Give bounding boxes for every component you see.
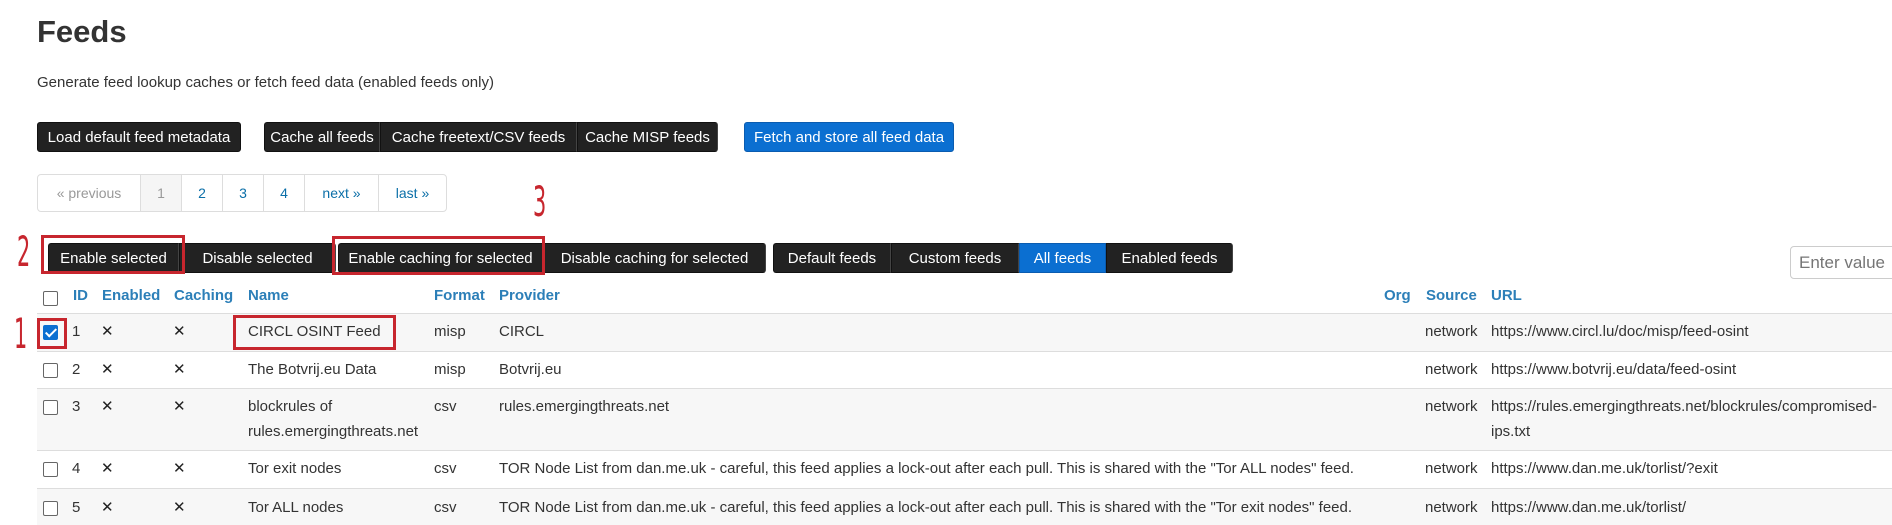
feed-provider: TOR Node List from dan.me.uk - careful, … xyxy=(499,499,1353,516)
caching-x-icon[interactable]: ✕ xyxy=(173,360,186,378)
cache-freetext-csv-feeds-button[interactable]: Cache freetext/CSV feeds xyxy=(380,122,577,152)
page-subtitle: Generate feed lookup caches or fetch fee… xyxy=(37,74,494,91)
search-input[interactable] xyxy=(1790,246,1892,279)
feed-url: https://www.circl.lu/doc/misp/feed-osint xyxy=(1491,323,1749,340)
pagination-next[interactable]: next » xyxy=(305,175,379,211)
feed-format: csv xyxy=(434,398,457,415)
feed-provider: TOR Node List from dan.me.uk - careful, … xyxy=(499,460,1354,477)
column-header-format[interactable]: Format xyxy=(434,287,485,304)
pagination-previous[interactable]: « previous xyxy=(38,175,141,211)
feed-url: https://www.botvrij.eu/data/feed-osint xyxy=(1491,361,1737,378)
column-header-source[interactable]: Source xyxy=(1426,287,1477,304)
row-checkbox[interactable] xyxy=(43,400,58,415)
pagination: « previous 1 2 3 4 next » last » xyxy=(37,174,447,212)
feed-source: network xyxy=(1425,398,1478,415)
feed-format: csv xyxy=(434,499,457,516)
feed-name-continued: rules.emergingthreats.net xyxy=(248,423,419,440)
row-checkbox[interactable] xyxy=(43,363,58,378)
annotation-box-enable-selected xyxy=(41,235,185,274)
caching-x-icon[interactable]: ✕ xyxy=(173,498,186,516)
feed-url: https://www.dan.me.uk/torlist/?exit xyxy=(1491,460,1718,477)
row-id: 4 xyxy=(72,460,81,477)
feed-provider: CIRCL xyxy=(499,323,545,340)
feed-provider: Botvrij.eu xyxy=(499,361,562,378)
feed-url: https://www.dan.me.uk/torlist/ xyxy=(1491,499,1687,516)
feed-source: network xyxy=(1425,499,1478,516)
feed-format: misp xyxy=(434,323,466,340)
caching-x-icon[interactable]: ✕ xyxy=(173,322,186,340)
annotation-number-3: 3 xyxy=(533,177,547,226)
table-divider xyxy=(37,351,1892,352)
pagination-page-3[interactable]: 3 xyxy=(223,175,264,211)
load-default-feed-metadata-button[interactable]: Load default feed metadata xyxy=(37,122,241,152)
annotation-box-checkbox xyxy=(37,318,67,349)
annotation-box-enable-caching xyxy=(332,236,545,275)
pagination-page-1[interactable]: 1 xyxy=(141,175,182,211)
enabled-x-icon[interactable]: ✕ xyxy=(101,360,114,378)
page-title: Feeds xyxy=(37,14,127,49)
select-all-checkbox[interactable] xyxy=(43,291,58,306)
row-checkbox[interactable] xyxy=(43,462,58,477)
disable-selected-button[interactable]: Disable selected xyxy=(179,243,336,273)
column-header-name[interactable]: Name xyxy=(248,287,289,304)
feed-provider: rules.emergingthreats.net xyxy=(499,398,670,415)
annotation-box-feed-name xyxy=(233,315,396,350)
feed-source: network xyxy=(1425,460,1478,477)
cache-misp-feeds-button[interactable]: Cache MISP feeds xyxy=(577,122,718,152)
feed-name: Tor ALL nodes xyxy=(248,499,344,516)
feed-source: network xyxy=(1425,361,1478,378)
column-header-caching[interactable]: Caching xyxy=(174,287,233,304)
fetch-all-feed-data-button[interactable]: Fetch and store all feed data xyxy=(744,122,954,152)
row-id: 3 xyxy=(72,398,81,415)
feed-name: Tor exit nodes xyxy=(248,460,342,477)
caching-x-icon[interactable]: ✕ xyxy=(173,397,186,415)
feed-source: network xyxy=(1425,323,1478,340)
caching-x-icon[interactable]: ✕ xyxy=(173,459,186,477)
row-checkbox[interactable] xyxy=(43,501,58,516)
column-header-enabled[interactable]: Enabled xyxy=(102,287,160,304)
annotation-number-2: 2 xyxy=(17,227,31,276)
column-header-provider[interactable]: Provider xyxy=(499,287,560,304)
pagination-last[interactable]: last » xyxy=(379,175,446,211)
feed-name: blockrules of xyxy=(248,398,333,415)
filter-all-feeds[interactable]: All feeds xyxy=(1019,243,1106,273)
pagination-page-2[interactable]: 2 xyxy=(182,175,223,211)
filter-default-feeds[interactable]: Default feeds xyxy=(773,243,891,273)
feed-format: misp xyxy=(434,361,466,378)
filter-custom-feeds[interactable]: Custom feeds xyxy=(891,243,1019,273)
enabled-x-icon[interactable]: ✕ xyxy=(101,322,114,340)
filter-enabled-feeds[interactable]: Enabled feeds xyxy=(1106,243,1233,273)
disable-caching-selected-button[interactable]: Disable caching for selected xyxy=(543,243,766,273)
row-id: 5 xyxy=(72,499,81,516)
table-divider xyxy=(37,450,1892,451)
pagination-page-4[interactable]: 4 xyxy=(264,175,305,211)
feed-format: csv xyxy=(434,460,457,477)
column-header-id[interactable]: ID xyxy=(73,287,88,304)
column-header-url[interactable]: URL xyxy=(1491,287,1522,304)
feed-url: https://rules.emergingthreats.net/blockr… xyxy=(1491,398,1878,415)
enabled-x-icon[interactable]: ✕ xyxy=(101,397,114,415)
enabled-x-icon[interactable]: ✕ xyxy=(101,498,114,516)
row-id: 2 xyxy=(72,361,81,378)
enabled-x-icon[interactable]: ✕ xyxy=(101,459,114,477)
feed-name: The Botvrij.eu Data xyxy=(248,361,377,378)
annotation-number-1: 1 xyxy=(14,309,28,358)
feed-url-continued: ips.txt xyxy=(1491,423,1531,440)
row-id: 1 xyxy=(72,323,81,340)
cache-all-feeds-button[interactable]: Cache all feeds xyxy=(264,122,380,152)
column-header-org[interactable]: Org xyxy=(1384,287,1411,304)
